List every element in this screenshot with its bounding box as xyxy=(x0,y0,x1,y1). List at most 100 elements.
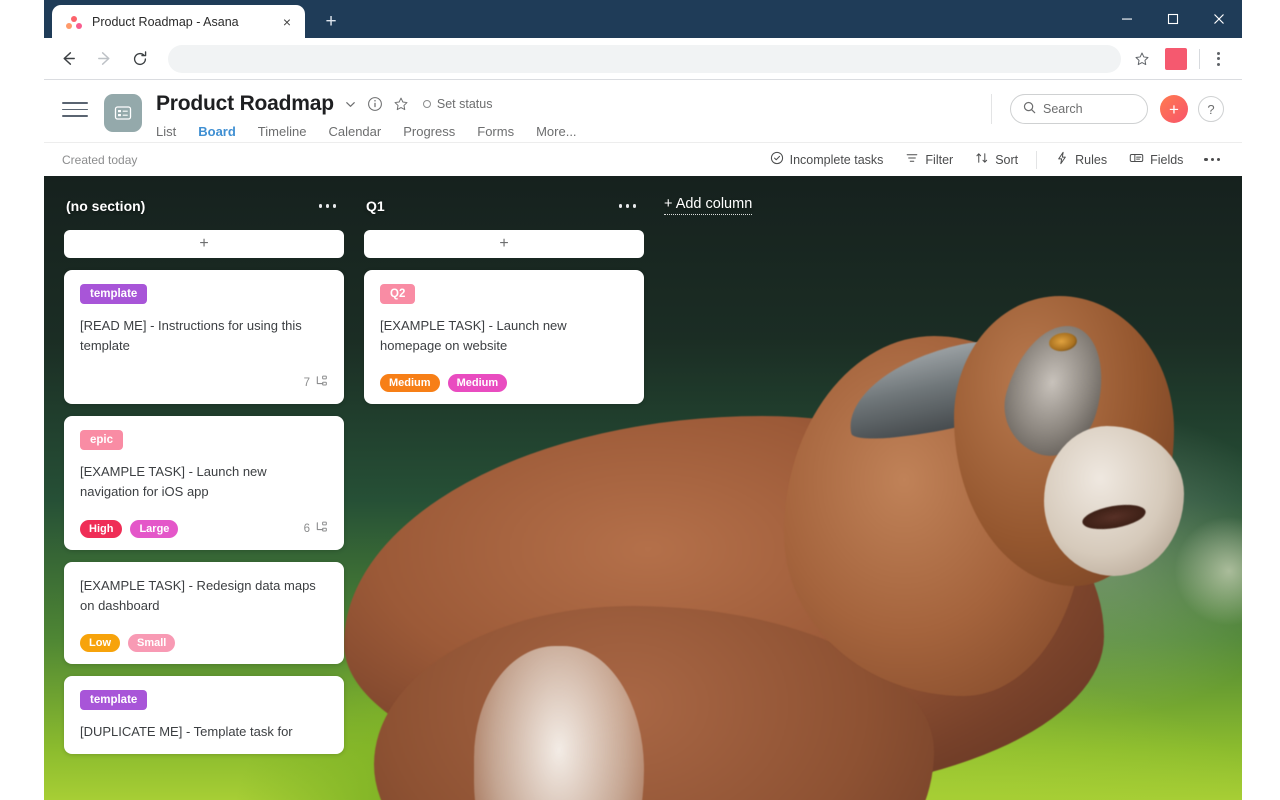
column-title: Q1 xyxy=(366,198,385,214)
maximize-icon[interactable] xyxy=(1150,0,1196,38)
card-title: [READ ME] - Instructions for using this … xyxy=(80,318,302,353)
card-tag[interactable]: template xyxy=(80,284,148,304)
column-header: (no section) xyxy=(64,192,344,220)
column-header: Q1 xyxy=(364,192,644,220)
forward-arrow-icon xyxy=(88,43,120,75)
column-menu-icon[interactable] xyxy=(613,198,642,213)
sort-label: Sort xyxy=(995,152,1019,167)
title-row: Product Roadmap Set status xyxy=(156,90,577,118)
card-title: [EXAMPLE TASK] - Launch new homepage on … xyxy=(380,318,567,353)
check-circle-icon xyxy=(770,151,784,168)
hamburger-menu-icon[interactable] xyxy=(62,102,88,117)
star-icon[interactable] xyxy=(393,96,409,112)
set-status-button[interactable]: Set status xyxy=(422,97,493,111)
subtask-icon xyxy=(315,375,328,391)
board-column-q1: Q1 + Q2 [EXAMPLE TASK] - Launch new home… xyxy=(364,192,644,800)
size-pill[interactable]: Large xyxy=(130,520,179,538)
sort-button[interactable]: Sort xyxy=(966,146,1027,173)
add-task-button[interactable]: + xyxy=(64,230,344,258)
board-column-no-section: (no section) + template [READ ME] - Inst… xyxy=(64,192,344,800)
sort-icon xyxy=(975,151,989,168)
reload-icon[interactable] xyxy=(124,43,156,75)
created-today-label: Created today xyxy=(62,152,138,167)
size-pill[interactable]: Small xyxy=(128,634,176,652)
toolbar-divider xyxy=(1199,48,1200,69)
subtask-count: 6 xyxy=(304,521,328,537)
window-controls xyxy=(1104,0,1242,38)
card-title: [EXAMPLE TASK] - Redesign data maps on d… xyxy=(80,578,316,613)
more-options-icon[interactable] xyxy=(1196,150,1228,169)
bookmark-star-icon[interactable] xyxy=(1127,44,1157,74)
task-card[interactable]: template [READ ME] - Instructions for us… xyxy=(64,270,344,404)
new-tab-button[interactable]: + xyxy=(317,7,345,35)
info-circle-icon[interactable] xyxy=(367,96,383,112)
browser-tab[interactable]: Product Roadmap - Asana × xyxy=(52,5,305,38)
browser-toolbar xyxy=(44,38,1242,80)
card-title: [DUPLICATE ME] - Template task for xyxy=(80,724,293,739)
project-board-icon[interactable] xyxy=(104,94,142,132)
search-icon xyxy=(1023,101,1036,117)
card-tag[interactable]: template xyxy=(80,690,148,710)
help-button[interactable]: ? xyxy=(1198,96,1224,122)
column-title: (no section) xyxy=(66,198,146,214)
rules-button[interactable]: Rules xyxy=(1046,146,1116,173)
task-card[interactable]: epic [EXAMPLE TASK] - Launch new navigat… xyxy=(64,416,344,550)
priority-pill[interactable]: High xyxy=(80,520,123,538)
profile-chip-icon[interactable] xyxy=(1165,47,1187,70)
card-title: [EXAMPLE TASK] - Launch new navigation f… xyxy=(80,464,267,499)
rules-label: Rules xyxy=(1075,152,1108,167)
column-menu-icon[interactable] xyxy=(313,198,342,213)
card-footer: High Large 6 xyxy=(80,520,328,538)
add-button[interactable]: + xyxy=(1160,95,1188,123)
card-tag[interactable]: Q2 xyxy=(380,284,416,304)
task-card[interactable]: template [DUPLICATE ME] - Template task … xyxy=(64,676,344,754)
search-placeholder: Search xyxy=(1043,102,1083,116)
subtask-count: 7 xyxy=(304,375,328,391)
fields-icon xyxy=(1129,151,1144,168)
header-divider xyxy=(991,94,992,124)
header-right: Search + ? xyxy=(991,94,1224,124)
toolbar-divider xyxy=(1036,150,1038,169)
subtask-count-value: 7 xyxy=(303,377,310,389)
close-icon[interactable]: × xyxy=(277,12,297,32)
browser-menu-icon[interactable] xyxy=(1204,44,1232,74)
card-footer: Medium Medium xyxy=(380,374,628,392)
subtask-count-value: 6 xyxy=(303,523,310,535)
asana-logo-icon xyxy=(66,14,82,30)
incomplete-tasks-label: Incomplete tasks xyxy=(789,152,884,167)
minimize-icon[interactable] xyxy=(1104,0,1150,38)
address-bar[interactable] xyxy=(168,44,1121,73)
filter-icon xyxy=(905,151,919,168)
fields-button[interactable]: Fields xyxy=(1120,146,1192,173)
add-column-button[interactable]: + Add column xyxy=(664,196,753,215)
header-main: Product Roadmap Set status List Board Ti… xyxy=(156,90,577,148)
card-footer: Low Small xyxy=(80,634,328,652)
page-title: Product Roadmap xyxy=(156,92,334,115)
size-pill[interactable]: Medium xyxy=(447,374,508,392)
browser-window: Product Roadmap - Asana × + Product Road… xyxy=(44,0,1242,800)
search-input[interactable]: Search xyxy=(1010,94,1148,124)
set-status-label: Set status xyxy=(436,97,493,111)
priority-pill[interactable]: Medium xyxy=(380,374,440,392)
add-task-button[interactable]: + xyxy=(364,230,644,258)
task-card[interactable]: Q2 [EXAMPLE TASK] - Launch new homepage … xyxy=(364,270,644,404)
lightning-bolt-icon xyxy=(1055,151,1069,168)
board-toolbar: Created today Incomplete tasks Filter So… xyxy=(44,142,1242,176)
incomplete-tasks-button[interactable]: Incomplete tasks xyxy=(761,146,893,173)
status-circle-icon xyxy=(422,100,431,108)
card-tag[interactable]: epic xyxy=(80,430,124,450)
close-icon[interactable] xyxy=(1196,0,1242,38)
filter-label: Filter xyxy=(925,152,954,167)
board-columns: (no section) + template [READ ME] - Inst… xyxy=(44,176,1242,800)
browser-tab-title: Product Roadmap - Asana xyxy=(92,14,239,29)
board-canvas: (no section) + template [READ ME] - Inst… xyxy=(44,176,1242,800)
fields-label: Fields xyxy=(1150,152,1184,167)
back-arrow-icon[interactable] xyxy=(52,43,84,75)
browser-title-bar: Product Roadmap - Asana × + xyxy=(44,0,1242,38)
filter-button[interactable]: Filter xyxy=(896,146,962,173)
subtask-icon xyxy=(315,521,328,537)
asana-header: Product Roadmap Set status List Board Ti… xyxy=(44,80,1242,148)
chevron-down-icon[interactable] xyxy=(344,98,357,111)
task-card[interactable]: [EXAMPLE TASK] - Redesign data maps on d… xyxy=(64,562,344,664)
priority-pill[interactable]: Low xyxy=(80,634,120,652)
